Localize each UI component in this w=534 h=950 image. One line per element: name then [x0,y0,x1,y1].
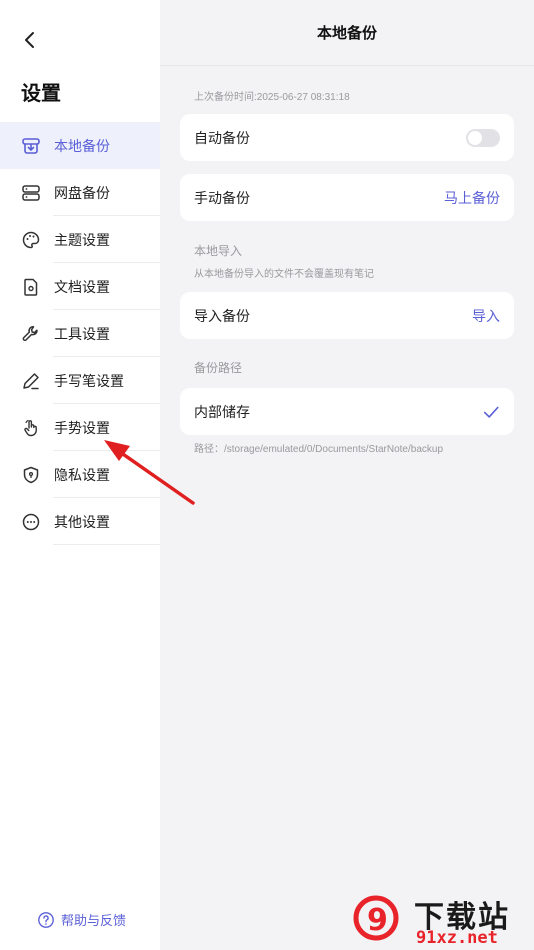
sidebar-item-document[interactable]: 文档设置 [0,263,160,310]
manual-backup-label: 手动备份 [194,189,250,206]
watermark-emblem-icon: 9 [353,895,399,941]
sidebar: 设置 本地备份 网盘备份 主题设置 文档设置 工具设置 手写笔设置 手势设置 隐… [0,0,160,950]
chevron-left-icon [25,32,34,48]
checkmark-icon [483,406,499,418]
sidebar-item-stylus[interactable]: 手写笔设置 [0,357,160,404]
manual-backup-row: 手动备份 马上备份 [180,174,514,221]
sidebar-item-label: 其他设置 [54,513,110,530]
sidebar-item-label: 手势设置 [54,419,110,436]
page-title: 本地备份 [316,25,377,42]
help-feedback-link[interactable]: 帮助与反馈 [37,910,126,929]
sidebar-item-local-backup[interactable]: 本地备份 [0,122,160,169]
sidebar-item-cloud-backup[interactable]: 网盘备份 [0,169,160,216]
sidebar-list: 本地备份 网盘备份 主题设置 文档设置 工具设置 手写笔设置 手势设置 隐私设置… [0,122,160,545]
last-backup-time: 上次备份时间:2025-06-27 08:31:18 [194,92,350,103]
sidebar-item-label: 隐私设置 [54,466,110,483]
import-button[interactable]: 导入 [472,306,500,326]
wrench-icon [21,324,41,344]
import-section-label: 本地导入 [194,244,243,258]
import-backup-label: 导入备份 [194,307,250,324]
internal-storage-row[interactable]: 内部储存 [180,388,514,435]
document-settings-icon [21,277,41,297]
backup-now-button[interactable]: 马上备份 [444,188,500,208]
sidebar-item-label: 网盘备份 [54,184,110,201]
palette-icon [21,230,41,250]
svg-text:9: 9 [367,903,388,938]
auto-backup-toggle[interactable] [466,128,500,147]
more-circle-icon [21,512,41,532]
watermark-domain: 91xz.net [416,928,498,948]
backup-path-text: 路径：/storage/emulated/0/Documents/StarNot… [194,444,444,455]
import-note: 从本地备份导入的文件不会覆盖现有笔记 [194,269,374,280]
sidebar-item-label: 文档设置 [54,278,110,295]
pen-icon [21,371,41,391]
auto-backup-label: 自动备份 [194,129,250,146]
hand-gesture-icon [21,418,41,438]
local-backup-icon [21,136,41,156]
auto-backup-row: 自动备份 [180,114,514,161]
shield-icon [21,465,41,485]
sidebar-item-label: 主题设置 [54,231,110,248]
sidebar-item-label: 手写笔设置 [54,372,124,389]
sidebar-item-tools[interactable]: 工具设置 [0,310,160,357]
sidebar-item-theme[interactable]: 主题设置 [0,216,160,263]
sidebar-item-label: 工具设置 [54,325,110,342]
sidebar-title: 设置 [21,83,61,105]
internal-storage-label: 内部储存 [194,403,250,420]
main-panel: 本地备份 上次备份时间:2025-06-27 08:31:18 自动备份 手动备… [160,0,534,950]
main-header: 本地备份 [160,0,534,66]
import-backup-row: 导入备份 导入 [180,292,514,339]
sidebar-item-privacy[interactable]: 隐私设置 [0,451,160,498]
watermark-logo: 9 下载站 91xz.net [350,890,530,950]
cloud-drive-icon [21,183,41,203]
back-button[interactable] [18,28,42,52]
sidebar-item-label: 本地备份 [54,137,110,154]
question-circle-icon [38,911,54,928]
sidebar-item-gesture[interactable]: 手势设置 [0,404,160,451]
sidebar-item-other[interactable]: 其他设置 [0,498,160,545]
backup-path-section-label: 备份路径 [194,361,243,375]
help-feedback-label: 帮助与反馈 [61,913,127,928]
